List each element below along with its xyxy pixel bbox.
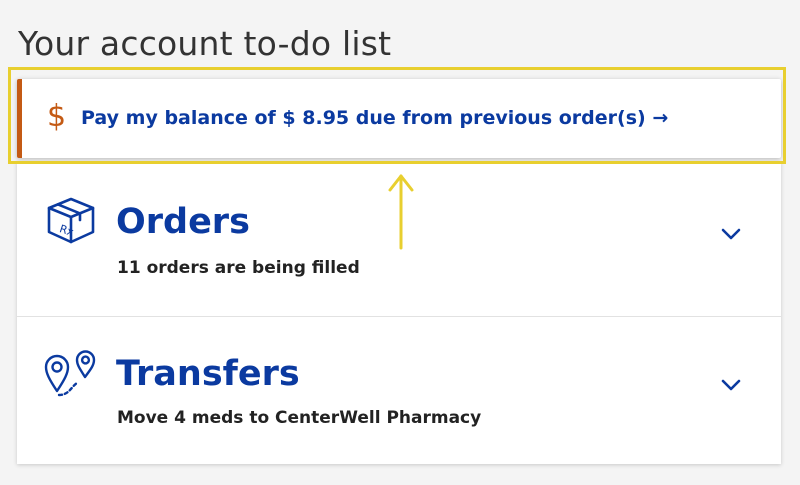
arrow-right-icon: →: [652, 107, 669, 129]
pay-balance-label: Pay my balance of $ 8.95 due from previo…: [81, 107, 646, 129]
todo-card: Rx Orders 11 orders are being filled Tra…: [17, 162, 781, 464]
balance-banner: $ Pay my balance of $ 8.95 due from prev…: [17, 79, 781, 158]
pay-balance-link[interactable]: Pay my balance of $ 8.95 due from previo…: [81, 107, 668, 129]
orders-section[interactable]: Rx Orders 11 orders are being filled: [17, 162, 781, 312]
page-title: Your account to-do list: [18, 24, 392, 63]
todo-page: Your account to-do list Rx Orders 11 ord…: [0, 0, 800, 485]
orders-subtitle: 11 orders are being filled: [117, 258, 360, 278]
map-pins-icon: [44, 350, 96, 397]
rx-box-icon: Rx: [47, 197, 95, 244]
chevron-down-icon[interactable]: [719, 373, 743, 397]
transfers-section[interactable]: Transfers Move 4 meds to CenterWell Phar…: [17, 317, 781, 467]
chevron-down-icon[interactable]: [719, 222, 743, 246]
transfers-title: Transfers: [116, 354, 300, 394]
orders-title: Orders: [116, 202, 250, 242]
transfers-subtitle: Move 4 meds to CenterWell Pharmacy: [117, 408, 482, 428]
dollar-icon: $: [47, 99, 67, 134]
